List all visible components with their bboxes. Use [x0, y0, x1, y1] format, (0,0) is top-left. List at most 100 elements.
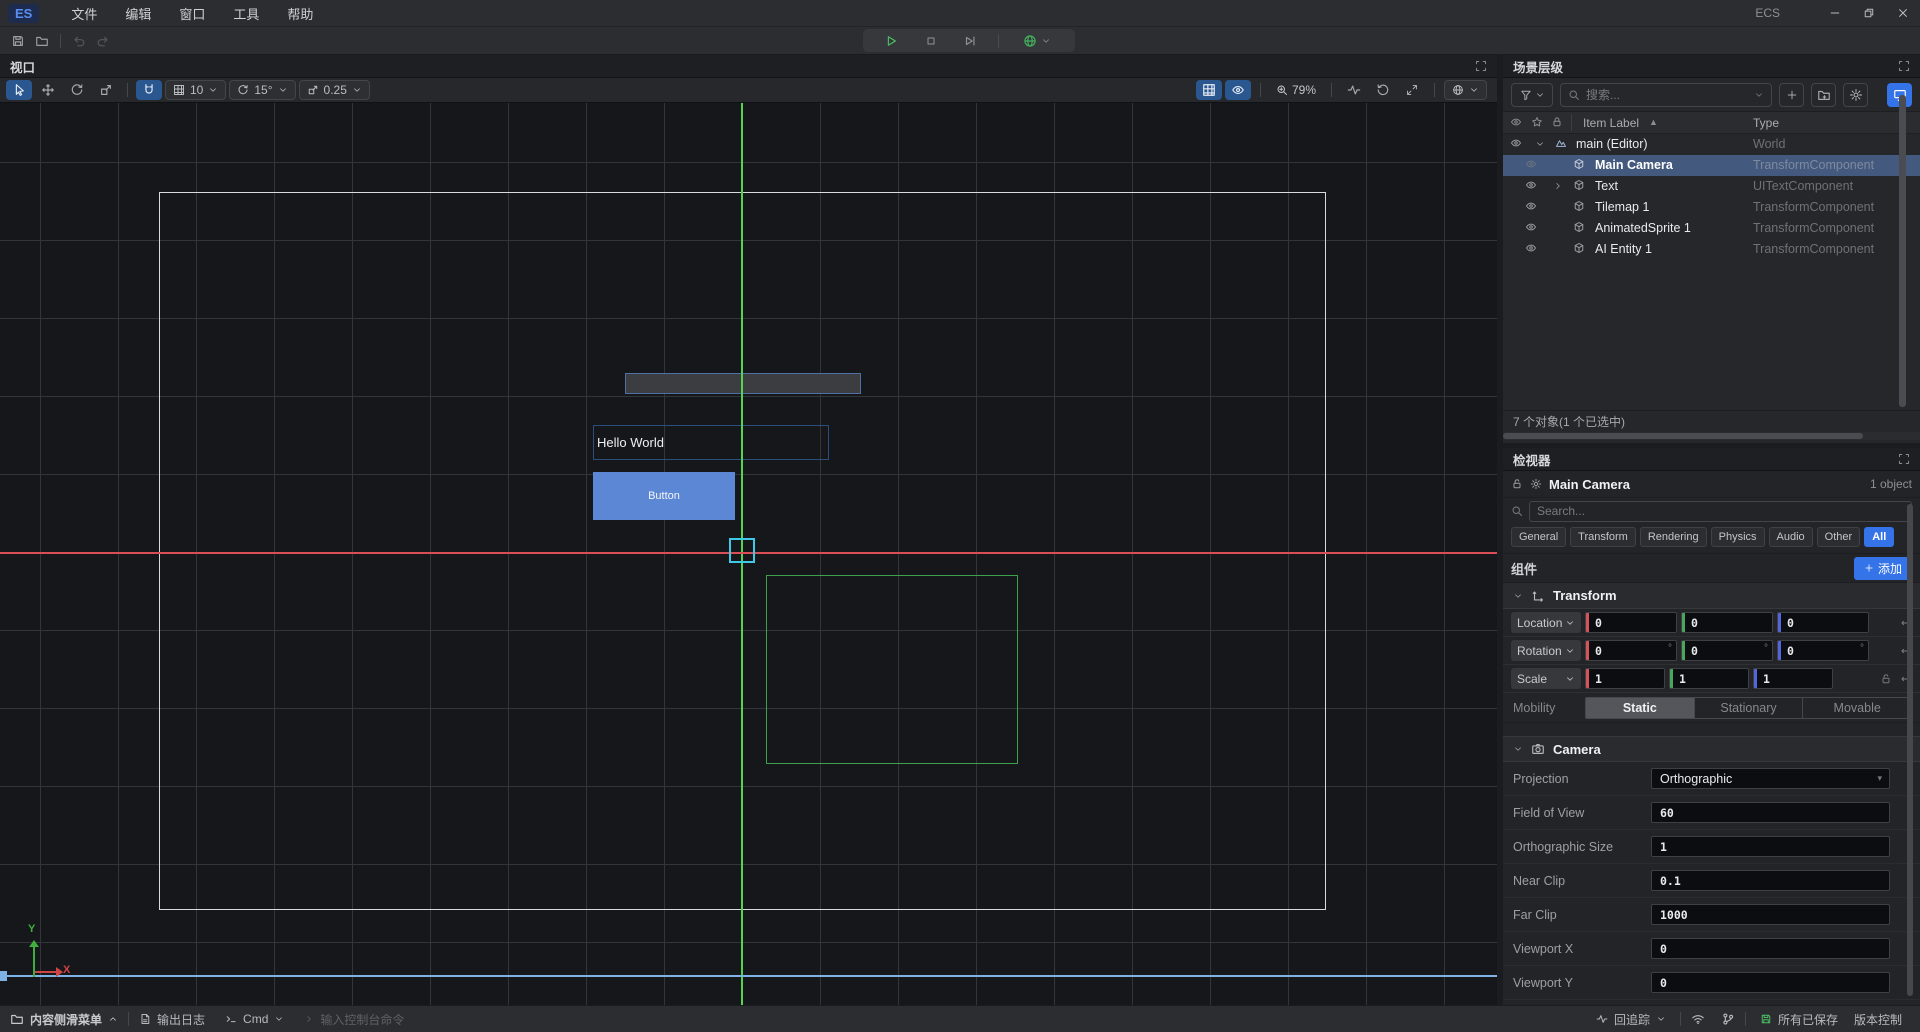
scale-dropdown[interactable]: Scale: [1511, 668, 1581, 689]
transform-section-header[interactable]: Transform: [1503, 583, 1920, 609]
location-dropdown[interactable]: Location: [1511, 612, 1581, 633]
field-of-view-input[interactable]: 60: [1651, 802, 1890, 823]
zoom-control[interactable]: 79%: [1270, 83, 1322, 97]
rotation-z-input[interactable]: 0°: [1777, 640, 1869, 661]
mobility-movable[interactable]: Movable: [1803, 698, 1911, 718]
location-z-input[interactable]: 0: [1777, 612, 1869, 633]
location-x-input[interactable]: 0: [1585, 612, 1677, 633]
new-folder-button[interactable]: [1811, 83, 1836, 107]
redo-button[interactable]: [91, 30, 115, 52]
open-button[interactable]: [30, 30, 54, 52]
location-y-input[interactable]: 0: [1681, 612, 1773, 633]
baseline-handle[interactable]: [0, 971, 7, 981]
step-button[interactable]: [958, 30, 982, 52]
rotate-snap-dropdown[interactable]: 15°: [229, 80, 295, 100]
save-button[interactable]: [6, 30, 30, 52]
favorite-column-icon[interactable]: [1531, 116, 1543, 128]
rotation-dropdown[interactable]: Rotation: [1511, 640, 1581, 661]
tab-all[interactable]: All: [1864, 527, 1894, 547]
scale-y-input[interactable]: 1: [1669, 668, 1749, 689]
close-button[interactable]: [1886, 0, 1920, 27]
tab-other[interactable]: Other: [1817, 527, 1861, 547]
eye-icon[interactable]: [1525, 158, 1537, 170]
inspector-search-input[interactable]: [1537, 504, 1904, 518]
tab-transform[interactable]: Transform: [1570, 527, 1636, 547]
eye-icon[interactable]: [1525, 221, 1537, 233]
eye-icon[interactable]: [1525, 242, 1537, 254]
menu-item-file[interactable]: 文件: [57, 0, 111, 27]
tab-general[interactable]: General: [1511, 527, 1566, 547]
minimize-button[interactable]: [1818, 0, 1852, 27]
visibility-column-icon[interactable]: [1510, 116, 1522, 128]
scene-panel-object[interactable]: [625, 373, 861, 394]
rotate-tool-button[interactable]: [64, 80, 90, 100]
scale-z-input[interactable]: 1: [1753, 668, 1833, 689]
select-tool-button[interactable]: [6, 80, 32, 100]
mobility-static[interactable]: Static: [1586, 698, 1695, 718]
inspector-vscrollbar[interactable]: [1907, 504, 1913, 996]
move-tool-button[interactable]: [35, 80, 61, 100]
rotation-x-input[interactable]: 0°: [1585, 640, 1677, 661]
stats-button[interactable]: [1341, 80, 1367, 100]
grid-visibility-button[interactable]: [1196, 80, 1222, 100]
eye-icon[interactable]: [1525, 179, 1537, 191]
chevron-right-icon[interactable]: [1553, 181, 1563, 191]
version-control-button[interactable]: 版本控制: [1852, 1011, 1912, 1028]
reset-view-button[interactable]: [1370, 80, 1396, 100]
viewport-expand-button[interactable]: [1475, 60, 1487, 72]
filter-dropdown[interactable]: [1511, 83, 1553, 107]
near-clip-input[interactable]: 0.1: [1651, 870, 1890, 891]
hierarchy-row-animatedsprite[interactable]: AnimatedSprite 1 TransformComponent: [1503, 218, 1920, 239]
column-type[interactable]: Type: [1753, 116, 1779, 130]
mobility-stationary[interactable]: Stationary: [1695, 698, 1804, 718]
save-status[interactable]: 所有已保存: [1750, 1011, 1848, 1028]
hierarchy-hscrollbar[interactable]: [1503, 432, 1920, 440]
hierarchy-settings-button[interactable]: [1843, 83, 1868, 107]
menu-item-tools[interactable]: 工具: [219, 0, 273, 27]
viewport-mode-dropdown[interactable]: [1444, 80, 1487, 100]
trace-dropdown[interactable]: 回追踪: [1586, 1011, 1676, 1028]
app-logo[interactable]: ES: [8, 4, 39, 23]
branch-button[interactable]: [1715, 1012, 1741, 1026]
inspector-expand-button[interactable]: [1898, 453, 1910, 465]
hierarchy-search[interactable]: [1560, 83, 1772, 107]
scene-text-object[interactable]: Hello World: [593, 425, 829, 460]
maximize-button[interactable]: [1852, 0, 1886, 27]
menu-item-edit[interactable]: 编辑: [111, 0, 165, 27]
viewport-y-input[interactable]: 0: [1651, 972, 1890, 993]
scene-canvas[interactable]: Hello World Button Y X: [0, 103, 1497, 1005]
camera-section-header[interactable]: Camera: [1503, 736, 1920, 762]
orthographic-size-input[interactable]: 1: [1651, 836, 1890, 857]
scale-x-input[interactable]: 1: [1585, 668, 1665, 689]
gizmo-x-axis[interactable]: [35, 971, 57, 973]
hierarchy-row-tilemap[interactable]: Tilemap 1 TransformComponent: [1503, 197, 1920, 218]
add-entity-button[interactable]: [1779, 83, 1804, 107]
output-log-button[interactable]: 输出日志: [129, 1006, 215, 1032]
network-status-button[interactable]: [1685, 1012, 1711, 1026]
hierarchy-row-main[interactable]: main (Editor) World: [1503, 134, 1920, 155]
scale-tool-button[interactable]: [93, 80, 119, 100]
tab-rendering[interactable]: Rendering: [1640, 527, 1707, 547]
chevron-down-icon[interactable]: [1535, 139, 1545, 149]
hierarchy-row-text[interactable]: Text UITextComponent: [1503, 176, 1920, 197]
world-mode-dropdown[interactable]: [1015, 30, 1059, 52]
play-button[interactable]: [879, 30, 903, 52]
hierarchy-expand-button[interactable]: [1898, 60, 1910, 72]
undo-button[interactable]: [67, 30, 91, 52]
stop-button[interactable]: [919, 30, 943, 52]
content-drawer-button[interactable]: 内容侧滑菜单: [0, 1006, 128, 1032]
eye-icon[interactable]: [1525, 200, 1537, 212]
gear-icon[interactable]: [1530, 478, 1542, 490]
hierarchy-search-input[interactable]: [1586, 88, 1748, 102]
projection-dropdown[interactable]: Orthographic ▾: [1651, 768, 1890, 789]
gizmo-visibility-button[interactable]: [1225, 80, 1251, 100]
add-component-button[interactable]: 添加: [1854, 557, 1912, 580]
hierarchy-row-ai-entity[interactable]: AI Entity 1 TransformComponent: [1503, 239, 1920, 260]
hierarchy-row-main-camera[interactable]: Main Camera TransformComponent: [1503, 155, 1920, 176]
menu-item-window[interactable]: 窗口: [165, 0, 219, 27]
lock-open-icon[interactable]: [1880, 673, 1892, 685]
lock-column-icon[interactable]: [1551, 116, 1563, 128]
cmd-dropdown[interactable]: Cmd: [215, 1006, 294, 1032]
fit-view-button[interactable]: [1399, 80, 1425, 100]
menu-item-help[interactable]: 帮助: [273, 0, 327, 27]
